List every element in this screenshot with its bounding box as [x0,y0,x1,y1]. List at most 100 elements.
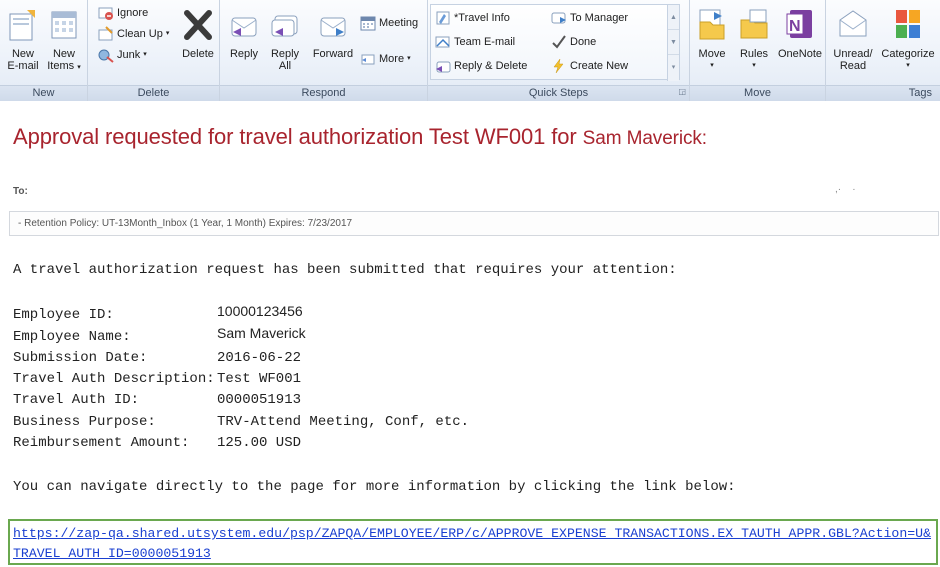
clean-up-button[interactable]: Clean Up ▾ [98,25,169,43]
navigation-text: You can navigate directly to the page fo… [13,479,736,495]
unread-read-label: Unread/ Read [833,48,873,72]
quick-step-to-manager[interactable]: To Manager [551,9,628,27]
svg-text:N: N [789,18,801,35]
categorize-label: Categorize [881,48,935,60]
junk-icon [98,49,114,63]
field-value: 2016-06-22 [217,350,302,366]
chevron-down-icon: ▾ [165,30,170,37]
forward-icon [320,17,346,37]
quick-step-travel-info[interactable]: *Travel Info [435,9,510,27]
unread-read-button[interactable]: Unread/ Read [830,6,876,72]
chevron-down-icon: ▾ [752,62,756,69]
approval-link[interactable]: https://zap-qa.shared.utsystem.edu/psp/Z… [13,524,936,564]
rules-icon [740,9,768,39]
message-intro: A travel authorization request has been … [13,262,677,278]
reply-all-icon [271,15,298,37]
reply-all-button[interactable]: Reply All [266,8,304,72]
rules-label: Rules [739,48,769,60]
field-label: Travel Auth ID: [13,392,140,408]
team-email-icon [435,36,450,48]
onenote-button[interactable]: N OneNote [776,6,824,60]
dialog-launcher-icon[interactable]: ◲ [678,84,686,99]
reply-delete-icon [436,61,451,73]
ignore-button[interactable]: Ignore [98,4,148,22]
new-email-button[interactable]: New E-mail [4,8,42,72]
move-label: Move [698,48,726,60]
onenote-icon: N [786,10,812,38]
field-value: TRV-Attend Meeting, Conf, etc. [217,414,470,430]
meeting-button[interactable]: Meeting [360,14,418,32]
group-label-tags: Tags [826,85,940,101]
field-label: Submission Date: [13,350,148,366]
subject-name: Sam Maverick: [582,128,707,149]
delete-button[interactable]: Delete [178,8,218,60]
quick-step-note-icon [436,11,450,25]
scroll-down-icon[interactable]: ▼ [668,30,679,55]
ignore-icon [98,7,113,20]
reply-button[interactable]: Reply [226,8,262,60]
field-label: Travel Auth Description: [13,371,215,387]
approval-link-box: https://zap-qa.shared.utsystem.edu/psp/Z… [8,519,938,565]
to-manager-icon [551,12,566,24]
new-email-icon [9,10,35,41]
forward-label: Forward [312,48,354,60]
field-label: Employee ID: [13,307,114,323]
field-value: 0000051913 [217,392,302,408]
quick-step-done[interactable]: Done [551,33,596,51]
chevron-down-icon: ▾ [77,64,81,71]
calendar-icon [360,16,376,31]
reply-icon [231,17,257,37]
rules-button[interactable]: Rules ▾ [734,6,774,72]
field-label: Employee Name: [13,329,131,345]
envelope-icon [839,10,867,37]
move-folder-icon [699,9,725,40]
field-value: Test WF001 [217,371,302,387]
more-icon [361,54,375,65]
subject-main: Approval requested for travel authorizat… [13,124,583,149]
more-button[interactable]: More ▾ [360,50,411,68]
recipient-placeholder: ,· · [835,184,856,195]
retention-policy-bar[interactable]: - Retention Policy: UT-13Month_Inbox (1 … [9,211,939,236]
forward-button[interactable]: Forward [308,8,358,60]
reply-label: Reply [229,48,259,60]
categorize-button[interactable]: Categorize ▾ [878,6,938,72]
field-label: Business Purpose: [13,414,156,430]
field-label: Reimbursement Amount: [13,435,190,451]
new-items-label: New Items ▾ [47,48,81,72]
ribbon-group-tags: Unread/ Read Categorize ▾ Tags [826,0,940,101]
field-value: 125.00 USD [217,435,302,451]
new-email-label: New E-mail [7,48,39,72]
ribbon-group-new: New E-mail New Items ▾ New [0,0,88,101]
checkmark-icon [552,35,566,49]
delete-label: Delete [182,48,214,60]
group-label-new: New [0,85,87,101]
group-label-respond: Respond [220,85,427,101]
group-label-quick-steps: Quick Steps ◲ [428,85,689,101]
message-subject: Approval requested for travel authorizat… [13,124,707,150]
ribbon-group-quick-steps: *Travel Info To Manager Team E-mail Done… [428,0,690,101]
reply-all-label: Reply All [270,48,300,72]
to-label: To: [13,186,28,197]
chevron-down-icon: ▾ [407,55,411,62]
quick-step-create-new[interactable]: Create New [551,57,628,75]
junk-button[interactable]: Junk ▾ [98,46,147,64]
quick-step-reply-delete[interactable]: Reply & Delete [435,57,527,75]
field-value: 10000123456 [217,303,303,319]
field-value: Sam Maverick [217,325,306,341]
quick-step-team-email[interactable]: Team E-mail [435,33,515,51]
move-button[interactable]: Move ▾ [694,6,730,72]
group-label-delete: Delete [88,85,219,101]
lightning-icon [553,58,564,74]
ribbon-group-delete: Ignore Clean Up ▾ Junk ▾ Delete Delete [88,0,220,101]
quick-steps-gallery: *Travel Info To Manager Team E-mail Done… [430,4,680,81]
quick-steps-scrollbar[interactable]: ▲ ▼ ▾ [667,5,679,81]
new-items-button[interactable]: New Items ▾ [44,8,84,74]
scroll-up-icon[interactable]: ▲ [668,5,679,30]
delete-x-icon [184,10,212,40]
ribbon: New E-mail New Items ▾ New Ignore Clean … [0,0,940,101]
ribbon-group-move: Move ▾ Rules ▾ N OneNote Move [690,0,826,101]
expand-gallery-icon[interactable]: ▾ [668,55,679,80]
categorize-icon [896,10,920,38]
clean-up-icon [98,26,113,41]
chevron-down-icon: ▾ [143,51,147,58]
